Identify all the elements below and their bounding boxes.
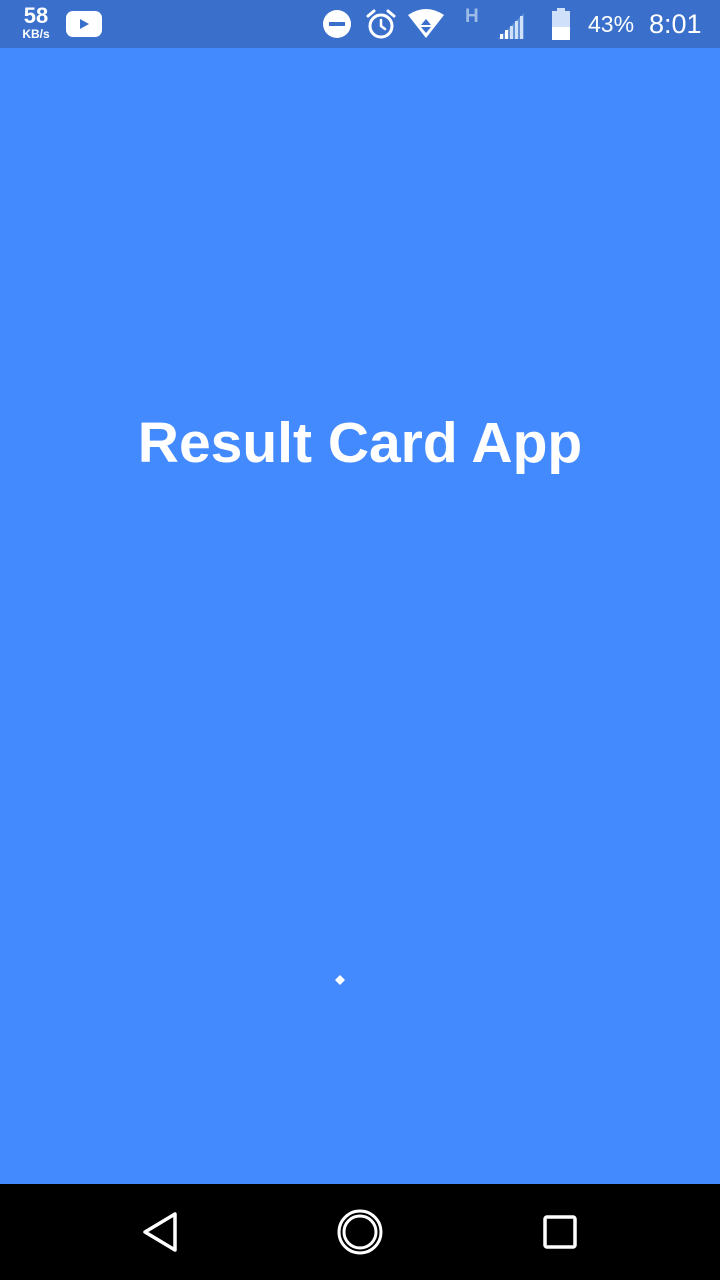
network-speed: 58 KB/s [18,3,54,41]
network-speed-unit: KB/s [22,27,50,41]
status-clock: 8:01 [649,9,702,39]
app-title: Result Card App [137,411,583,475]
network-type-label: H [465,6,479,27]
back-icon[interactable] [140,1210,180,1254]
battery-percentage: 43% [588,11,635,37]
youtube-icon [66,11,102,37]
loading-indicator [335,975,345,985]
recents-icon[interactable] [542,1214,578,1250]
status-bar: 58 KB/s H 43% 8:01 [0,0,720,48]
splash-screen: 58 KB/s H 43% 8:01 Result Card App [0,0,720,1280]
home-icon[interactable] [336,1208,384,1256]
wifi-icon [408,9,444,38]
alarm-icon [366,9,396,39]
do-not-disturb-icon [323,10,351,38]
signal-icon [498,13,524,39]
battery-icon [552,8,570,40]
network-speed-value: 58 [23,3,49,28]
